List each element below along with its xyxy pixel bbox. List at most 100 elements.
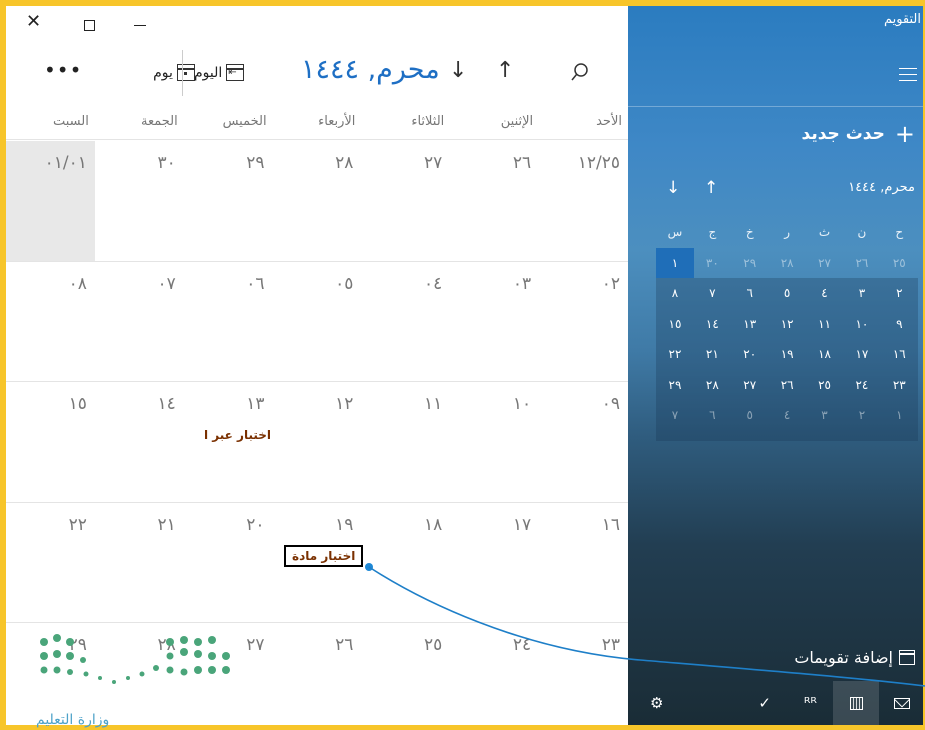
- day-cell[interactable]: ١٥: [6, 382, 95, 502]
- mini-day[interactable]: ١٥: [656, 309, 693, 340]
- day-cell[interactable]: ٢٢: [6, 503, 95, 623]
- day-cell[interactable]: ٠٣: [450, 262, 539, 382]
- settings-nav-button[interactable]: ⚙: [628, 681, 742, 725]
- previous-month-arrow-icon[interactable]: ↑: [496, 58, 514, 83]
- mini-day[interactable]: ٣٠: [694, 248, 731, 279]
- mini-day[interactable]: ٩: [881, 309, 918, 340]
- next-month-arrow-icon[interactable]: ↓: [449, 58, 467, 83]
- day-cell[interactable]: ١١: [361, 382, 450, 502]
- calendar-nav-button[interactable]: [833, 681, 880, 725]
- day-cell[interactable]: ٠٨: [6, 262, 95, 382]
- day-cell[interactable]: ١٦: [539, 503, 628, 623]
- day-cell[interactable]: ٢٣: [539, 623, 628, 725]
- add-calendar-icon: [899, 650, 915, 665]
- day-cell[interactable]: ٢٩: [184, 141, 273, 261]
- mini-day[interactable]: ٨: [656, 278, 693, 309]
- day-cell[interactable]: ٢٨: [273, 141, 362, 261]
- weekday-label: الثلاثاء: [411, 114, 445, 129]
- day-cell[interactable]: ٢٥: [361, 623, 450, 725]
- day-cell[interactable]: ١٠: [450, 382, 539, 502]
- mini-day[interactable]: ٢٣: [881, 370, 918, 401]
- mini-day[interactable]: ٢: [843, 400, 880, 431]
- close-window-button[interactable]: ✕: [26, 11, 41, 32]
- day-cell[interactable]: ٠٩: [539, 382, 628, 502]
- search-icon[interactable]: [571, 62, 589, 84]
- day-cell[interactable]: ٢٦: [450, 141, 539, 261]
- day-cell[interactable]: ٢٧: [361, 141, 450, 261]
- calendar-event-highlighted[interactable]: اختبار مادة: [284, 545, 364, 567]
- people-nav-button[interactable]: ᴿᴿ: [788, 681, 834, 725]
- more-options-button[interactable]: •••: [44, 58, 82, 82]
- weekday-label: الإثنين: [500, 114, 534, 129]
- mini-day[interactable]: ٣: [843, 278, 880, 309]
- day-cell[interactable]: ٠٦: [184, 262, 273, 382]
- mini-day[interactable]: ٢٢: [656, 339, 693, 370]
- day-cell[interactable]: ٠٤: [361, 262, 450, 382]
- mini-day[interactable]: ٢٤: [843, 370, 880, 401]
- day-cell[interactable]: ٢٠: [184, 503, 273, 623]
- mini-day[interactable]: ٣: [806, 400, 843, 431]
- day-cell-today[interactable]: ٠١/٠١: [6, 141, 95, 261]
- mini-day[interactable]: ٢٩: [731, 248, 768, 279]
- mini-day[interactable]: ٧: [694, 278, 731, 309]
- mini-day[interactable]: ٢٥: [806, 370, 843, 401]
- mini-day[interactable]: ١٣: [731, 309, 768, 340]
- mini-day[interactable]: ١٩: [768, 339, 805, 370]
- mini-day[interactable]: ٤: [768, 400, 805, 431]
- day-cell[interactable]: ١٨: [361, 503, 450, 623]
- day-cell[interactable]: ١٢: [273, 382, 362, 502]
- mini-day[interactable]: ٦: [694, 400, 731, 431]
- day-cell[interactable]: ٢١: [95, 503, 184, 623]
- mini-day[interactable]: ١٦: [881, 339, 918, 370]
- mini-day[interactable]: ١١: [806, 309, 843, 340]
- hamburger-menu-icon[interactable]: [899, 68, 917, 81]
- mini-day[interactable]: ٢٨: [694, 370, 731, 401]
- mini-day[interactable]: ١٢: [768, 309, 805, 340]
- mini-day[interactable]: ١٨: [806, 339, 843, 370]
- mini-day[interactable]: ٢٦: [843, 248, 880, 279]
- day-cell[interactable]: ٣٠: [95, 141, 184, 261]
- calendar-icon: [849, 696, 863, 710]
- ministry-logo: [40, 634, 230, 684]
- mini-next-arrow-icon[interactable]: ↓: [666, 178, 680, 198]
- day-cell[interactable]: ٠٧: [95, 262, 184, 382]
- day-cell[interactable]: ٢٤: [450, 623, 539, 725]
- mini-day[interactable]: ٢٧: [731, 370, 768, 401]
- mini-day[interactable]: ٢: [881, 278, 918, 309]
- mini-day[interactable]: ٧: [656, 400, 693, 431]
- mini-day[interactable]: ٢١: [694, 339, 731, 370]
- mini-day[interactable]: ٢٥: [881, 248, 918, 279]
- mini-day[interactable]: ١٧: [843, 339, 880, 370]
- mini-day[interactable]: ٢٦: [768, 370, 805, 401]
- today-button[interactable]: اليوم: [194, 64, 245, 81]
- mini-day[interactable]: ١٠: [843, 309, 880, 340]
- mini-day[interactable]: ٤: [806, 278, 843, 309]
- mini-day[interactable]: ١: [881, 400, 918, 431]
- mini-day-selected[interactable]: ١: [656, 247, 694, 278]
- day-cell[interactable]: ٠٥: [273, 262, 362, 382]
- mini-day[interactable]: ٢٩: [656, 370, 693, 401]
- day-cell[interactable]: ٢٦: [273, 623, 362, 725]
- mini-day[interactable]: ١٤: [694, 309, 731, 340]
- day-cell[interactable]: ٠٢: [539, 262, 628, 382]
- mini-day[interactable]: ٢٧: [806, 248, 843, 279]
- minimize-window-button[interactable]: [134, 25, 146, 26]
- day-number: ٢٠: [246, 514, 265, 535]
- day-cell[interactable]: ١٢/٢٥: [539, 141, 628, 261]
- mini-previous-arrow-icon[interactable]: ↑: [704, 178, 718, 198]
- mini-day[interactable]: ٥: [731, 400, 768, 431]
- mini-day[interactable]: ٢٨: [768, 248, 805, 279]
- mini-day[interactable]: ٢٠: [731, 339, 768, 370]
- todo-nav-button[interactable]: ✓: [742, 681, 788, 725]
- mini-week-row: ١ ٢ ٣ ٤ ٥ ٦ ٧: [656, 400, 918, 431]
- day-cell[interactable]: ١٧: [450, 503, 539, 623]
- new-event-button[interactable]: + حدث جديد: [802, 122, 915, 146]
- calendar-event[interactable]: اختبار عبر ا: [204, 428, 271, 442]
- day-number: ١٨: [424, 514, 443, 535]
- day-cell[interactable]: ١٤: [95, 382, 184, 502]
- mini-day[interactable]: ٦: [731, 278, 768, 309]
- maximize-window-button[interactable]: [84, 20, 95, 31]
- add-calendars-button[interactable]: إضافة تقويمات: [794, 648, 915, 667]
- mini-day[interactable]: ٥: [768, 278, 805, 309]
- mail-nav-button[interactable]: [879, 681, 923, 725]
